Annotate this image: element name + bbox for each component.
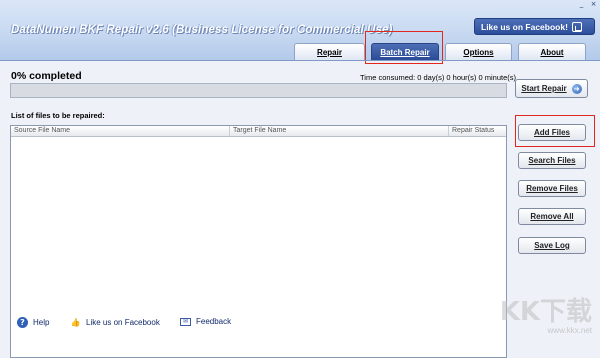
add-files-label: Add Files — [533, 128, 570, 137]
close-button[interactable]: × — [589, 1, 598, 9]
title-bar: _ × DataNumen BKF Repair v2.6 (Business … — [0, 0, 600, 60]
time-consumed: Time consumed: 0 day(s) 0 hour(s) 0 minu… — [360, 73, 517, 82]
window-controls: _ × — [577, 1, 598, 9]
column-repair-status[interactable]: Repair Status — [449, 126, 506, 136]
feedback-link[interactable]: ✉ Feedback — [180, 317, 231, 326]
help-link[interactable]: ? Help — [17, 317, 49, 328]
help-label: Help — [33, 318, 50, 327]
column-target-file[interactable]: Target File Name — [230, 126, 449, 136]
go-arrow-icon: ➜ — [571, 83, 582, 94]
minimize-button[interactable]: _ — [577, 1, 586, 9]
watermark-url: www.kkx.net — [547, 326, 592, 335]
remove-all-label: Remove All — [530, 212, 574, 221]
progress-bar — [10, 83, 507, 98]
tab-bar: Repair Batch Repair Options About — [294, 43, 592, 60]
thumbs-up-icon: 👍 — [70, 318, 81, 327]
column-source-file[interactable]: Source File Name — [11, 126, 230, 136]
save-log-button[interactable]: Save Log — [518, 237, 586, 254]
watermark-logo: KK下载 — [499, 297, 592, 327]
search-files-button[interactable]: Search Files — [518, 152, 586, 169]
like-facebook-link-label: Like us on Facebook — [86, 318, 160, 327]
tab-repair[interactable]: Repair — [294, 43, 365, 60]
tab-options[interactable]: Options — [445, 43, 512, 60]
mail-icon: ✉ — [180, 317, 191, 326]
facebook-like-icon — [571, 21, 582, 32]
tab-batch-repair[interactable]: Batch Repair — [371, 43, 439, 60]
start-repair-label: Start Repair — [521, 84, 567, 93]
table-header: Source File Name Target File Name Repair… — [11, 126, 506, 137]
start-repair-button[interactable]: Start Repair ➜ — [515, 79, 588, 98]
percent-completed: 0% completed — [11, 70, 82, 82]
app-title: DataNumen BKF Repair v2.6 (Business Lice… — [11, 24, 393, 36]
remove-files-button[interactable]: Remove Files — [518, 180, 586, 197]
tab-about[interactable]: About — [518, 43, 586, 60]
like-facebook-link[interactable]: 👍 Like us on Facebook — [70, 317, 160, 328]
file-list-label: List of files to be repaired: — [11, 111, 105, 120]
feedback-label: Feedback — [196, 317, 232, 326]
add-files-button[interactable]: Add Files — [518, 124, 586, 141]
remove-all-button[interactable]: Remove All — [518, 208, 586, 225]
help-icon: ? — [17, 317, 28, 328]
remove-files-label: Remove Files — [526, 184, 578, 193]
search-files-label: Search Files — [528, 156, 576, 165]
save-log-label: Save Log — [534, 241, 570, 250]
like-facebook-button[interactable]: Like us on Facebook! — [474, 18, 595, 35]
like-facebook-label: Like us on Facebook! — [481, 21, 568, 32]
site-watermark: KK下载 www.kkx.net — [492, 298, 592, 338]
